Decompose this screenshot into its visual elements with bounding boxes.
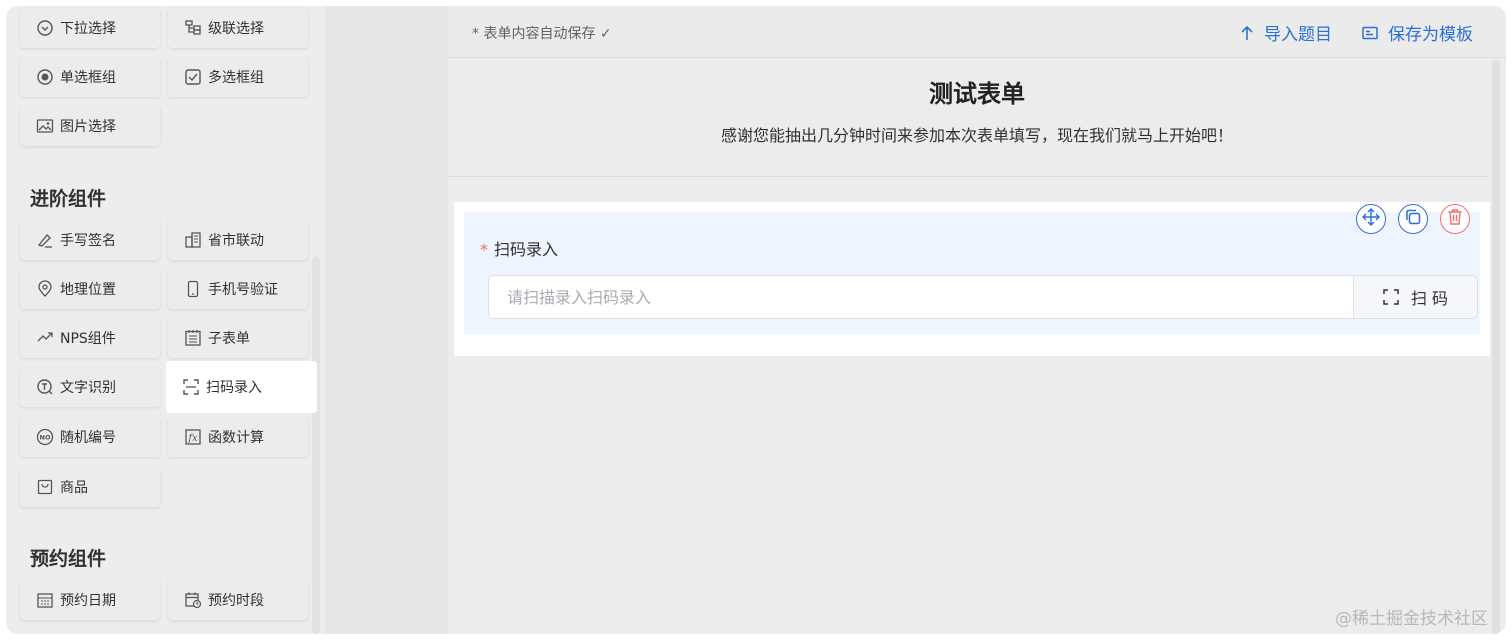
component-palette: 下拉选择 级联选择 单选框组 多选框组 图片选择 进阶组件 手写签名 省市联动 … [6, 6, 326, 634]
palette-item-label: 预约日期 [60, 593, 116, 609]
watermark: @稀土掘金技术社区 [1335, 609, 1488, 629]
palette-item-label: 级联选择 [208, 21, 264, 37]
header-divider [448, 176, 1488, 177]
field-label-text: 扫码录入 [494, 240, 559, 259]
svg-text:NO: NO [40, 434, 51, 442]
palette-item-label: 手写签名 [60, 233, 116, 249]
palette-item-phone-verify[interactable]: 手机号验证 [168, 269, 308, 309]
move-field-button[interactable] [1356, 204, 1386, 234]
palette-item-label: 手机号验证 [208, 282, 278, 298]
field-tools [1356, 204, 1470, 234]
move-icon [1362, 208, 1380, 230]
palette-item-label: NPS组件 [60, 331, 116, 347]
random-number-icon: NO [36, 428, 54, 446]
palette-item-label: 下拉选择 [60, 21, 116, 37]
image-icon [36, 117, 54, 135]
copy-icon [1404, 208, 1422, 230]
palette-item-nps[interactable]: NPS组件 [20, 318, 160, 358]
palette-item-label: 函数计算 [208, 430, 264, 446]
palette-item-scan-entry[interactable]: 扫码录入 [166, 361, 317, 413]
form-description: 感谢您能抽出几分钟时间来参加本次表单填写，现在我们就马上开始吧！ [720, 126, 1233, 145]
palette-item-label: 多选框组 [208, 70, 264, 86]
subform-icon [184, 329, 202, 347]
palette-scrollbar[interactable] [312, 256, 320, 634]
signature-icon [36, 231, 54, 249]
ocr-icon [36, 378, 54, 396]
calendar-time-icon [184, 591, 202, 609]
function-icon: fx [184, 428, 202, 446]
dropdown-icon [36, 19, 54, 37]
palette-item-booking-timeslot[interactable]: 预约时段 [168, 580, 308, 620]
goods-icon [36, 478, 54, 496]
scan-button[interactable]: 扫 码 [1353, 276, 1477, 318]
palette-item-province-city[interactable]: 省市联动 [168, 220, 308, 260]
palette-item-booking-date[interactable]: 预约日期 [20, 580, 160, 620]
nps-icon [36, 329, 54, 347]
field-highlight: * 扫码录入 扫 码 [464, 212, 1480, 334]
palette-item-label: 扫码录入 [206, 380, 262, 396]
svg-text:fx: fx [187, 433, 198, 444]
required-mark: * [480, 240, 488, 259]
location-icon [36, 280, 54, 298]
section-title-booking: 预约组件 [30, 548, 107, 570]
form-title: 测试表单 [929, 80, 1025, 108]
palette-item-label: 文字识别 [60, 380, 116, 396]
palette-item-image-select[interactable]: 图片选择 [20, 106, 160, 146]
section-title-advanced: 进阶组件 [30, 188, 107, 210]
scan-input-group: 扫 码 [488, 275, 1478, 319]
scan-input[interactable] [489, 276, 1353, 318]
palette-item-label: 商品 [60, 480, 88, 496]
import-questions-button[interactable]: 导入题目 [1240, 20, 1332, 45]
scan-button-label: 扫 码 [1410, 289, 1449, 308]
template-icon [1362, 26, 1378, 40]
save-as-template-label: 保存为模板 [1388, 25, 1473, 45]
palette-item-function-calc[interactable]: fx 函数计算 [168, 417, 308, 457]
checkbox-icon [184, 68, 202, 86]
palette-item-label: 省市联动 [208, 233, 264, 249]
building-icon [184, 231, 202, 249]
palette-item-radio-group[interactable]: 单选框组 [20, 57, 160, 97]
radio-icon [36, 68, 54, 86]
palette-item-label: 随机编号 [60, 430, 116, 446]
scan-frame-icon [1383, 289, 1399, 305]
phone-icon [184, 280, 202, 298]
palette-item-goods[interactable]: 商品 [20, 467, 160, 507]
save-as-template-button[interactable]: 保存为模板 [1362, 20, 1473, 45]
palette-item-signature[interactable]: 手写签名 [20, 220, 160, 260]
cascade-icon [184, 19, 202, 37]
palette-item-subform[interactable]: 子表单 [168, 318, 308, 358]
import-questions-label: 导入题目 [1264, 25, 1332, 45]
palette-item-label: 单选框组 [60, 70, 116, 86]
palette-item-location[interactable]: 地理位置 [20, 269, 160, 309]
palette-item-ocr[interactable]: 文字识别 [20, 367, 160, 407]
app-frame: 下拉选择 级联选择 单选框组 多选框组 图片选择 进阶组件 手写签名 省市联动 … [6, 6, 1506, 634]
palette-item-label: 子表单 [208, 331, 250, 347]
autosave-status: * 表单内容自动保存 ✓ [472, 26, 612, 42]
calendar-icon [36, 591, 54, 609]
panel-gap [326, 6, 448, 634]
palette-item-label: 图片选择 [60, 119, 116, 135]
palette-item-cascade[interactable]: 级联选择 [168, 8, 308, 48]
copy-field-button[interactable] [1398, 204, 1428, 234]
trash-icon [1447, 208, 1463, 230]
arrow-up-icon [1240, 25, 1254, 41]
palette-item-label: 预约时段 [208, 593, 264, 609]
scan-icon [182, 378, 200, 396]
selected-field-card[interactable]: * 扫码录入 扫 码 [454, 202, 1490, 356]
palette-item-random-number[interactable]: NO 随机编号 [20, 417, 160, 457]
canvas-toolbar: * 表单内容自动保存 ✓ 导入题目 保存为模板 [448, 6, 1506, 58]
delete-field-button[interactable] [1440, 204, 1470, 234]
palette-item-checkbox-group[interactable]: 多选框组 [168, 57, 308, 97]
canvas-scrollbar[interactable] [1492, 60, 1500, 634]
palette-item-dropdown[interactable]: 下拉选择 [20, 8, 160, 48]
palette-item-label: 地理位置 [60, 282, 116, 298]
field-label: * 扫码录入 [480, 236, 558, 260]
